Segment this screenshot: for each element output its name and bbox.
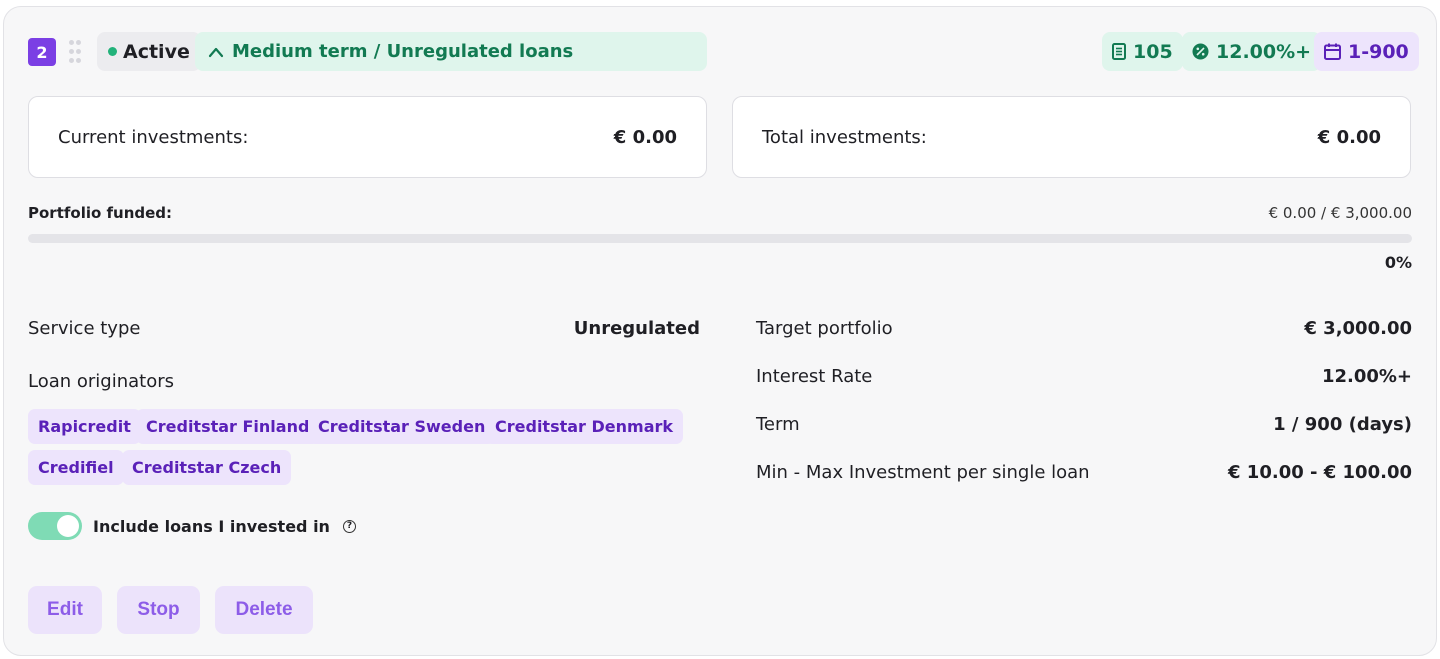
term-row-label: Term	[756, 414, 800, 435]
interest-value: 12.00%+	[1216, 40, 1312, 63]
interest-rate-label: Interest Rate	[756, 366, 873, 387]
status-badge: Active	[97, 32, 201, 71]
drag-handle-icon[interactable]	[68, 40, 82, 64]
originator-tag: Creditstar Denmark	[485, 409, 684, 444]
service-type-label: Service type	[28, 318, 141, 339]
edit-button[interactable]: Edit	[28, 586, 102, 634]
current-investments-label: Current investments:	[58, 126, 249, 148]
originator-tag: Credifiel	[28, 450, 124, 485]
term-days-value: 1-900	[1348, 40, 1409, 63]
strategy-card: 2 Active Medium term / Unregulated loans…	[3, 6, 1437, 656]
term-row-value: 1 / 900 (days)	[1273, 414, 1412, 435]
min-max-investment-value: € 10.00 - € 100.00	[1228, 462, 1412, 483]
current-investments-box: Current investments: € 0.00	[28, 96, 707, 178]
term-days-badge: 1-900	[1314, 32, 1419, 71]
portfolio-funded-percent: 0%	[1384, 253, 1412, 272]
interest-rate-row: Interest Rate 12.00%+	[756, 366, 1412, 387]
percent-icon	[1192, 43, 1209, 60]
total-investments-value: € 0.00	[1317, 126, 1381, 148]
min-max-investment-label: Min - Max Investment per single loan	[756, 462, 1090, 483]
loans-count-badge: 105	[1102, 32, 1183, 71]
originator-tag: Rapicredit	[28, 409, 141, 444]
stop-button[interactable]: Stop	[117, 586, 200, 634]
current-investments-value: € 0.00	[613, 126, 677, 148]
delete-button[interactable]: Delete	[215, 586, 313, 634]
interest-rate-value: 12.00%+	[1321, 366, 1412, 387]
include-invested-toggle[interactable]	[28, 512, 82, 540]
target-portfolio-row: Target portfolio € 3,000.00	[756, 318, 1412, 339]
target-portfolio-value: € 3,000.00	[1304, 318, 1412, 339]
portfolio-funded-label: Portfolio funded:	[28, 204, 173, 222]
include-invested-label: Include loans I invested in	[93, 516, 330, 536]
service-type-value: Unregulated	[573, 318, 700, 339]
term-label: Medium term / Unregulated loans	[232, 41, 574, 62]
term-row: Term 1 / 900 (days)	[756, 414, 1412, 435]
loans-count-value: 105	[1133, 40, 1173, 63]
status-label: Active	[123, 40, 190, 63]
originator-tag: Creditstar Finland	[136, 409, 320, 444]
interest-badge: 12.00%+	[1182, 32, 1322, 71]
originator-tag: Creditstar Sweden	[308, 409, 496, 444]
total-investments-label: Total investments:	[762, 126, 927, 148]
portfolio-funded-amount: € 0.00 / € 3,000.00	[1268, 204, 1412, 222]
term-toggle[interactable]: Medium term / Unregulated loans	[195, 32, 707, 71]
strategy-number-badge: 2	[28, 38, 56, 66]
total-investments-box: Total investments: € 0.00	[732, 96, 1411, 178]
originator-tag: Creditstar Czech	[122, 450, 292, 485]
help-icon[interactable]: ?	[342, 519, 356, 533]
include-invested-toggle-row: Include loans I invested in ?	[28, 512, 356, 540]
min-max-investment-row: Min - Max Investment per single loan € 1…	[756, 462, 1412, 483]
loan-originators-label: Loan originators	[28, 371, 175, 392]
toggle-knob	[57, 515, 79, 537]
document-icon	[1112, 43, 1126, 60]
target-portfolio-label: Target portfolio	[756, 318, 893, 339]
service-type-row: Service type Unregulated	[28, 318, 700, 339]
calendar-icon	[1324, 43, 1341, 60]
chevron-up-icon	[208, 47, 224, 57]
portfolio-progress-bar	[28, 234, 1412, 243]
status-dot-icon	[108, 47, 117, 56]
